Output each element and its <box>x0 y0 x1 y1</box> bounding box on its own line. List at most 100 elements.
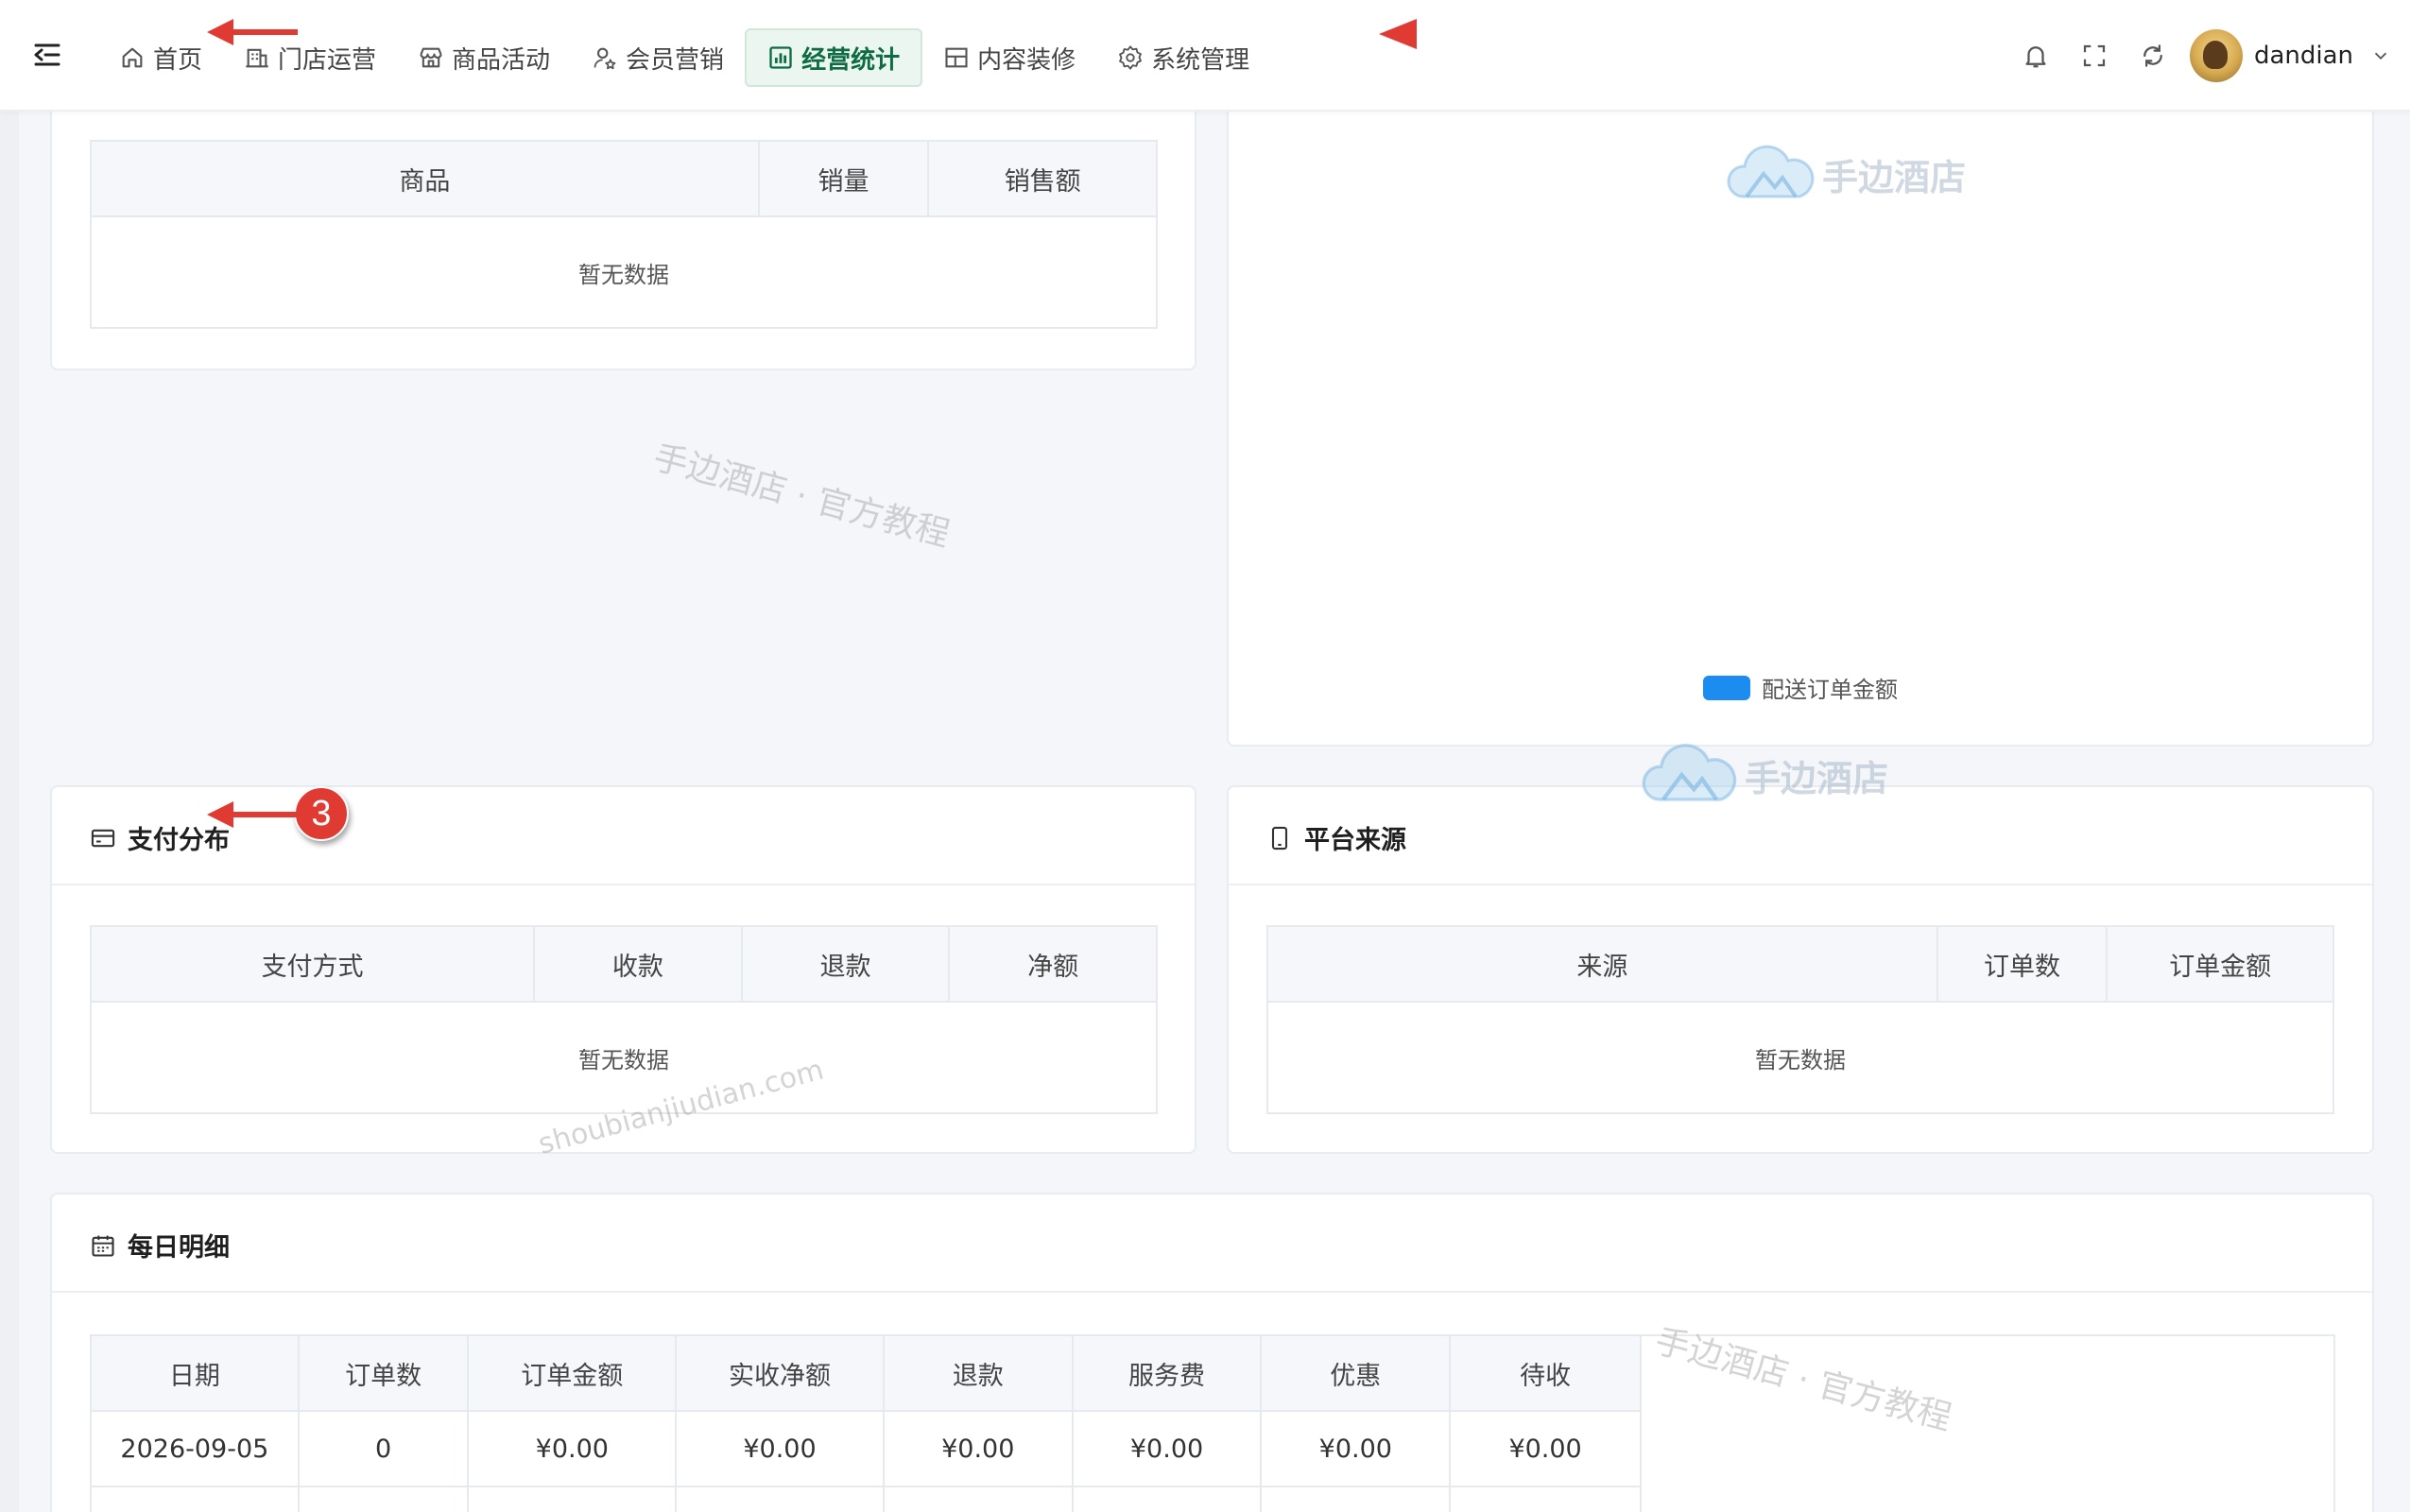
chart-legend[interactable]: 配送订单金额 <box>1703 671 1898 704</box>
nav-business-statistics-label: 经营统计 <box>801 45 901 75</box>
shop-icon <box>420 47 442 68</box>
column-header[interactable]: 日期 <box>90 1334 300 1412</box>
table-cell: ¥0.00 <box>1449 1410 1642 1487</box>
nav-content-decoration[interactable]: 内容装修 <box>922 28 1096 87</box>
table-cell <box>297 1486 470 1512</box>
table-cell <box>90 1486 300 1512</box>
nav-system-management[interactable]: 系统管理 <box>1096 28 1270 87</box>
table-cell: ¥0.00 <box>882 1410 1074 1487</box>
daily-details-card: 每日明细 日期 订单数 订单金额 实收净额 退款 服务费 优惠 待收 2026-… <box>50 1193 2374 1512</box>
column-header[interactable]: 来源 <box>1266 925 1938 1003</box>
nav-content-decoration-label: 内容装修 <box>977 45 1076 75</box>
member-icon <box>594 47 616 70</box>
column-header[interactable]: 商品 <box>90 140 760 217</box>
table-cell: ¥0.00 <box>675 1410 885 1487</box>
table-header-row: 日期 订单数 订单金额 实收净额 退款 服务费 优惠 待收 <box>90 1334 1642 1412</box>
annotation-arrow-1 <box>207 19 298 45</box>
menu-collapse-icon <box>34 43 60 66</box>
table-cell <box>675 1486 885 1512</box>
table-cell <box>1449 1486 1642 1512</box>
credit-card-icon <box>91 829 115 847</box>
menu-collapse-button[interactable] <box>30 38 64 72</box>
table-header-row: 商品 销量 销售额 <box>90 140 1158 217</box>
nav-home-label: 首页 <box>153 45 203 75</box>
column-header[interactable]: 订单数 <box>1936 925 2109 1003</box>
nav-member-marketing-label: 会员营销 <box>626 45 725 75</box>
nav-product-activities[interactable]: 商品活动 <box>397 28 571 87</box>
annotation-arrow-3 <box>207 801 298 828</box>
platform-table: 来源 订单数 订单金额 暂无数据 <box>1266 925 2334 1114</box>
bar-chart-icon <box>769 46 792 69</box>
column-header[interactable]: 订单金额 <box>467 1334 678 1412</box>
empty-state: 暂无数据 <box>90 1001 1158 1114</box>
empty-state: 暂无数据 <box>90 215 1158 329</box>
column-header[interactable]: 净额 <box>948 925 1158 1003</box>
table-cell <box>467 1486 678 1512</box>
column-header[interactable]: 优惠 <box>1260 1334 1452 1412</box>
column-header[interactable]: 销量 <box>757 140 930 217</box>
product-sales-card: 商品 销量 销售额 暂无数据 <box>50 76 1196 370</box>
nav-product-activities-label: 商品活动 <box>452 45 551 75</box>
table-row[interactable]: 2026-09-05 0 ¥0.00 ¥0.00 ¥0.00 ¥0.00 ¥0.… <box>90 1410 1642 1487</box>
username[interactable]: dandian <box>2254 42 2353 70</box>
platform-source-card: 平台来源 来源 订单数 订单金额 暂无数据 <box>1227 785 2374 1154</box>
avatar[interactable] <box>2189 29 2243 82</box>
top-header: 首页 门店运营 商品活动 会员营销 经营统计 内容装修 系统管理 dandian <box>0 0 2410 112</box>
tagline-watermark: 手边酒店 · 官方教程 <box>649 438 955 555</box>
fullscreen-icon <box>2083 44 2106 67</box>
fullscreen-button[interactable] <box>2065 26 2124 85</box>
nav-business-statistics[interactable]: 经营统计 <box>745 28 923 87</box>
table-cell: 0 <box>297 1410 470 1487</box>
column-header[interactable]: 订单金额 <box>2106 925 2334 1003</box>
bell-icon <box>2025 46 2046 68</box>
column-header[interactable]: 支付方式 <box>89 925 536 1003</box>
column-header[interactable]: 待收 <box>1449 1334 1642 1412</box>
product-sales-table: 商品 销量 销售额 暂无数据 <box>90 140 1158 329</box>
layout-icon <box>945 47 968 68</box>
payment-distribution-card: 支付分布 支付方式 收款 退款 净额 暂无数据 <box>50 785 1196 1154</box>
column-header[interactable]: 收款 <box>533 925 743 1003</box>
column-header[interactable]: 退款 <box>882 1334 1074 1412</box>
sidebar-edge <box>0 112 19 1512</box>
daily-title: 每日明细 <box>128 1233 230 1263</box>
chevron-down-icon[interactable] <box>2370 45 2391 66</box>
table-cell <box>882 1486 1074 1512</box>
column-header[interactable]: 销售额 <box>927 140 1158 217</box>
table-cell <box>1260 1486 1452 1512</box>
legend-label: 配送订单金额 <box>1762 677 1898 703</box>
refresh-button[interactable] <box>2124 26 2182 85</box>
daily-table: 日期 订单数 订单金额 实收净额 退款 服务费 优惠 待收 2026-09-05… <box>90 1334 1642 1512</box>
card-title: 每日明细 <box>90 1227 230 1263</box>
divider <box>52 884 1195 885</box>
card-title: 平台来源 <box>1266 819 1406 856</box>
header-actions: dandian <box>2006 26 2391 85</box>
refresh-icon <box>2143 44 2162 67</box>
payment-table: 支付方式 收款 退款 净额 暂无数据 <box>89 925 1158 1114</box>
divider <box>52 1291 2372 1293</box>
gear-icon <box>1119 45 1142 70</box>
platform-title: 平台来源 <box>1304 826 1406 855</box>
column-header[interactable]: 实收净额 <box>675 1334 885 1412</box>
table-header-row: 来源 订单数 订单金额 <box>1266 925 2334 1003</box>
mobile-icon <box>1271 826 1288 850</box>
home-icon <box>122 47 143 68</box>
table-cell: 2026-09-05 <box>90 1410 300 1487</box>
nav-member-marketing[interactable]: 会员营销 <box>571 28 745 87</box>
delivery-chart-canvas <box>1248 94 2353 652</box>
table-cell: ¥0.00 <box>1260 1410 1452 1487</box>
table-cell: ¥0.00 <box>1071 1410 1263 1487</box>
legend-swatch <box>1703 675 1750 700</box>
empty-state: 暂无数据 <box>1266 1001 2334 1114</box>
annotation-arrow-2 <box>1379 19 1417 49</box>
divider <box>1229 884 2372 885</box>
table-cell <box>1071 1486 1263 1512</box>
column-header[interactable]: 服务费 <box>1071 1334 1263 1412</box>
column-header[interactable]: 退款 <box>740 925 951 1003</box>
delivery-chart-card <box>1227 76 2374 747</box>
table-header-row: 支付方式 收款 退款 净额 <box>89 925 1158 1003</box>
nav-system-management-label: 系统管理 <box>1151 45 1250 75</box>
calendar-icon <box>92 1235 114 1257</box>
notification-button[interactable] <box>2006 26 2065 85</box>
column-header[interactable]: 订单数 <box>297 1334 470 1412</box>
table-row[interactable] <box>90 1486 1642 1512</box>
